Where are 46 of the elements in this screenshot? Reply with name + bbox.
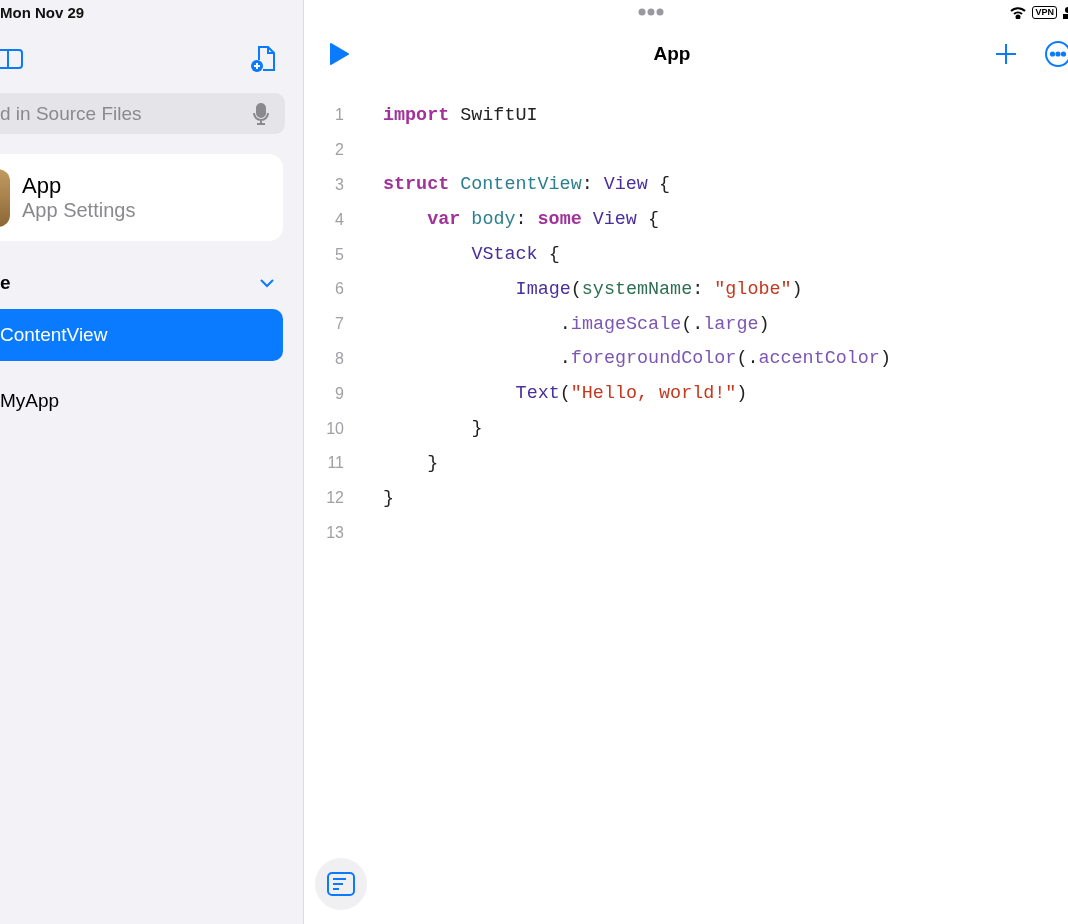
run-button[interactable] <box>328 42 350 66</box>
code-line: } <box>427 452 439 474</box>
editor-title: App <box>653 43 691 65</box>
person-icon <box>1063 6 1068 19</box>
line-number: 12 <box>325 489 344 508</box>
line-number: 2 <box>334 141 344 160</box>
add-button[interactable] <box>994 42 1018 66</box>
code-line: Text("Hello, world!") <box>515 383 748 405</box>
section-title: e <box>0 272 11 294</box>
line-number: 3 <box>334 176 344 194</box>
file-item[interactable]: MyApp <box>0 375 283 427</box>
code-line: .imageScale(.large) <box>559 313 770 335</box>
sidebar-toggle-icon[interactable] <box>0 47 24 71</box>
new-file-icon[interactable] <box>249 44 277 74</box>
line-number: 4 <box>334 210 344 229</box>
line-number: 6 <box>334 280 344 299</box>
project-card[interactable]: App App Settings <box>0 154 283 241</box>
console-button[interactable] <box>315 858 367 910</box>
console-icon[interactable] <box>327 872 355 896</box>
vpn-indicator: VPN <box>1032 6 1057 19</box>
code-line: VStack { <box>471 244 560 266</box>
status-date: Mon Nov 29 <box>0 4 86 21</box>
more-button[interactable] <box>1044 40 1068 68</box>
search-field[interactable]: d in Source Files <box>0 93 285 134</box>
line-number: 7 <box>334 315 344 334</box>
code-line: struct ContentView: View { <box>383 174 670 196</box>
more-dots-icon[interactable] <box>638 8 664 16</box>
file-item[interactable]: ContentView <box>0 309 283 361</box>
chevron-icon[interactable] <box>259 278 275 288</box>
microphone-icon[interactable] <box>253 103 269 125</box>
code-line: Image(systemName: "globe") <box>515 278 803 300</box>
project-name: App <box>22 173 63 199</box>
line-number: 9 <box>334 384 344 403</box>
project-subtitle: App Settings <box>22 199 136 222</box>
line-number: 10 <box>325 419 344 438</box>
code-line: var body: some View { <box>427 209 659 231</box>
line-number: 5 <box>334 245 344 264</box>
line-number: 13 <box>325 523 344 542</box>
line-number: 1 <box>334 106 344 125</box>
code-line: } <box>471 418 483 440</box>
code-line: } <box>383 487 395 509</box>
code-line: import SwiftUI <box>383 104 538 126</box>
wifi-icon <box>1010 6 1027 19</box>
line-number: 8 <box>334 349 344 368</box>
line-number: 11 <box>326 454 344 473</box>
code-line: .foregroundColor(.accentColor) <box>559 348 891 370</box>
